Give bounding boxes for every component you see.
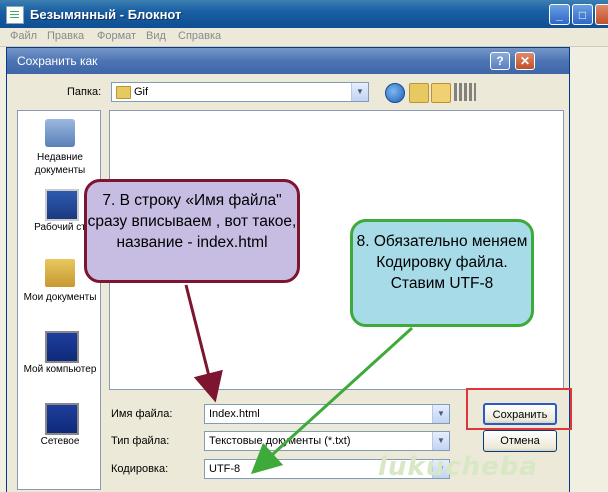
watermark: lukucheba xyxy=(378,452,538,482)
step7-arrow xyxy=(184,284,223,403)
step8-arrow xyxy=(250,326,414,475)
step7-annotation: 7. В строку «Имя файла" сразу вписываем … xyxy=(84,179,300,283)
step8-annotation: 8. Обязательно меняем Кодировку файла. С… xyxy=(350,219,534,327)
